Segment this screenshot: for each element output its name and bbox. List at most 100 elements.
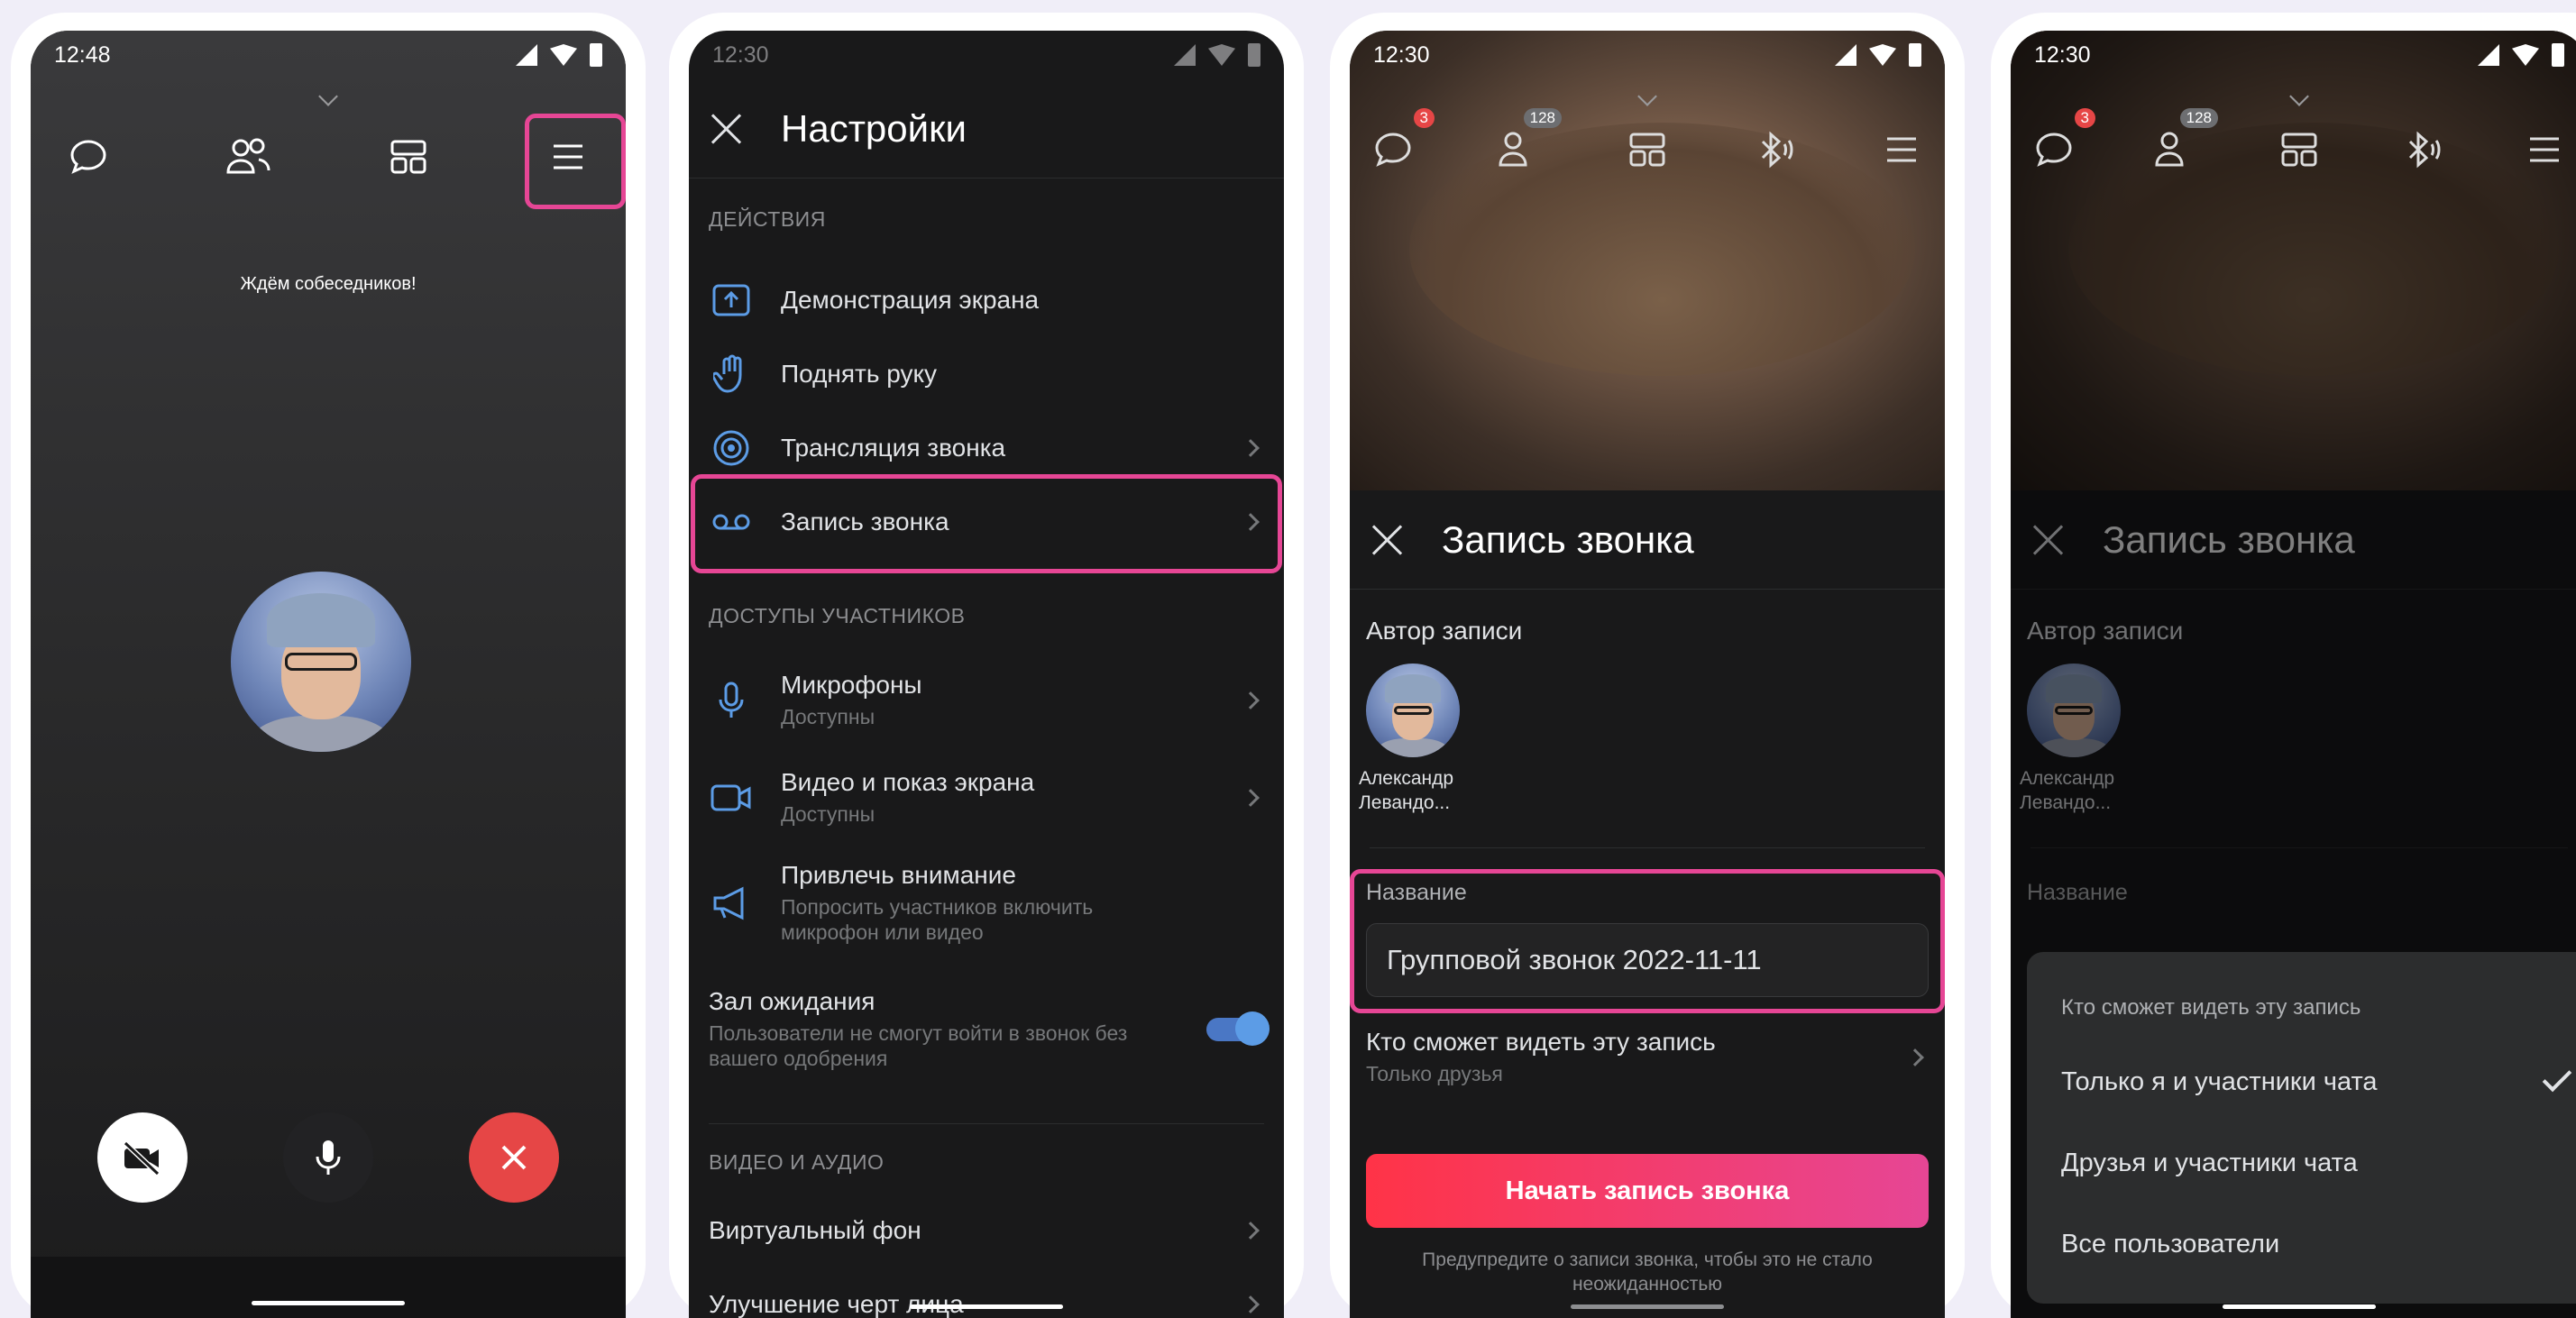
participants-badge: 128	[1523, 108, 1562, 128]
chevron-right-icon	[1906, 1048, 1924, 1066]
home-indicator[interactable]	[1571, 1304, 1724, 1309]
wifi-icon	[2512, 44, 2539, 66]
wifi-icon	[1208, 44, 1235, 66]
author-label: Автор записи	[1366, 617, 1523, 645]
menu-item-broadcast[interactable]: Трансляция звонка	[689, 416, 1284, 480]
menu-item-raise-hand[interactable]: Поднять руку	[689, 343, 1284, 406]
menu-item-sublabel: Пользователи не смогут войти в звонок бе…	[709, 1021, 1128, 1070]
camera-off-button[interactable]	[97, 1112, 188, 1203]
waiting-room-toggle[interactable]	[1206, 1011, 1270, 1046]
bluetooth-audio-icon[interactable]	[2386, 114, 2458, 186]
menu-item-attention[interactable]: Привлечь внимание Попросить участников вк…	[689, 858, 1284, 948]
microphone-icon	[316, 1140, 341, 1175]
participants-badge: 128	[2179, 108, 2218, 128]
chevron-right-icon	[1242, 439, 1260, 457]
menu-item-screen-share[interactable]: Демонстрация экрана	[689, 269, 1284, 332]
bluetooth-audio-icon[interactable]	[1738, 114, 1811, 186]
visibility-row[interactable]: Кто сможет видеть эту запись Только друзь…	[1350, 1017, 1945, 1098]
close-icon	[501, 1145, 527, 1170]
visibility-popup: Кто сможет видеть эту запись Только я и …	[2027, 952, 2576, 1304]
name-input[interactable]: Групповой звонок 2022-11-11	[1366, 923, 1929, 997]
home-indicator[interactable]	[2223, 1304, 2376, 1309]
end-call-button[interactable]	[469, 1112, 559, 1203]
layout-grid-icon[interactable]	[372, 121, 445, 193]
wifi-icon	[1869, 44, 1896, 66]
menu-item-label: Демонстрация экрана	[781, 286, 1040, 314]
waiting-text: Ждём собеседников!	[240, 274, 417, 294]
hand-icon	[709, 352, 754, 397]
name-label: Название	[1366, 880, 1467, 905]
menu-item-label: Виртуальный фон	[709, 1216, 921, 1244]
chat-icon[interactable]	[52, 121, 124, 193]
home-indicator[interactable]	[252, 1301, 405, 1305]
signal-icon	[2478, 44, 2499, 66]
chevron-right-icon	[1242, 789, 1260, 807]
layout-grid-icon[interactable]	[2263, 114, 2335, 186]
menu-icon[interactable]	[1866, 114, 1938, 186]
menu-item-sublabel: Доступны	[781, 705, 875, 729]
menu-item-microphones[interactable]: Микрофоны Доступны	[689, 662, 1284, 739]
status-time: 12:30	[2034, 41, 2091, 68]
chevron-right-icon	[1242, 1222, 1260, 1240]
signal-icon	[516, 44, 537, 66]
option-only-me[interactable]: Только я и участники чата	[2061, 1067, 2378, 1097]
record-header: Запись звонка	[1350, 490, 1945, 590]
participants-icon[interactable]: 128	[1484, 108, 1562, 186]
chat-icon[interactable]: 3	[1357, 108, 1435, 186]
menu-item-face-enhance[interactable]: Улучшение черт лица	[689, 1273, 1284, 1318]
menu-item-label: Видео и показ экрана	[781, 768, 1035, 797]
call-toolbar: 3 128	[2011, 108, 2576, 186]
checkmark-icon	[2542, 1062, 2572, 1093]
battery-icon	[2552, 43, 2564, 67]
page-title: Настройки	[781, 106, 967, 150]
signal-icon	[1835, 44, 1856, 66]
menu-item-label: Зал ожидания	[709, 987, 875, 1016]
status-bar: 12:30	[1350, 31, 1945, 79]
status-time: 12:30	[1373, 41, 1430, 68]
settings-header: Настройки	[689, 79, 1284, 178]
battery-icon	[590, 43, 602, 67]
microphone-button[interactable]	[283, 1112, 373, 1203]
participants-icon[interactable]: 128	[2141, 108, 2218, 186]
video-icon	[709, 775, 754, 820]
start-recording-button[interactable]: Начать запись звонка	[1366, 1154, 1929, 1228]
battery-icon	[1248, 43, 1260, 67]
menu-item-sublabel: Доступны	[781, 802, 875, 827]
menu-item-waiting-room[interactable]: Зал ожидания Пользователи не смогут войти…	[689, 984, 1284, 1075]
record-screen: 12:30 3 128 Запись звонка Автор записи А…	[1350, 31, 1945, 1318]
menu-item-label: Поднять руку	[781, 360, 938, 388]
menu-item-video[interactable]: Видео и показ экрана Доступны	[689, 759, 1284, 837]
page-title: Запись звонка	[1442, 517, 1694, 561]
settings-screen: 12:30 Настройки ДЕЙСТВИЯ Демонстрация эк…	[689, 31, 1284, 1318]
screen-share-icon	[709, 278, 754, 323]
record-sheet: Запись звонка Автор записи Александр Лев…	[1350, 490, 1945, 1318]
option-friends[interactable]: Друзья и участники чата	[2061, 1149, 2358, 1178]
menu-item-label: Запись звонка	[781, 508, 949, 535]
battery-icon	[1909, 43, 1921, 67]
camera-off-icon	[123, 1140, 160, 1176]
chat-badge: 3	[1413, 108, 1435, 128]
phone-visibility-picker: 12:30 3 128 Кто сможет видеть эту запись…	[1991, 13, 2576, 1318]
chat-icon[interactable]: 3	[2018, 108, 2095, 186]
section-video-audio: ВИДЕО И АУДИО	[709, 1150, 885, 1174]
close-icon[interactable]	[1370, 522, 1406, 558]
call-toolbar	[31, 121, 626, 193]
microphone-icon	[709, 678, 754, 723]
menu-icon[interactable]	[2508, 114, 2576, 186]
chevron-right-icon	[1242, 513, 1260, 531]
layout-grid-icon[interactable]	[1611, 114, 1683, 186]
participants-icon[interactable]	[212, 121, 284, 193]
status-bar: 12:30	[689, 31, 1284, 79]
phone-record-setup: 12:30 3 128 Запись звонка Автор записи А…	[1330, 13, 1965, 1318]
home-indicator[interactable]	[910, 1304, 1063, 1309]
menu-item-record-call[interactable]: Запись звонка	[689, 490, 1284, 554]
close-icon[interactable]	[709, 111, 745, 147]
wifi-icon	[550, 44, 577, 66]
phone-call-waiting: 12:48 Ждём собеседников!	[11, 13, 646, 1318]
menu-item-virtual-background[interactable]: Виртуальный фон	[689, 1199, 1284, 1262]
menu-icon[interactable]	[532, 121, 604, 193]
menu-item-label: Трансляция звонка	[781, 434, 1006, 462]
visibility-label: Кто сможет видеть эту запись	[1366, 1028, 1716, 1057]
visibility-value: Только друзья	[1366, 1062, 1503, 1086]
option-all-users[interactable]: Все пользователи	[2061, 1230, 2279, 1259]
